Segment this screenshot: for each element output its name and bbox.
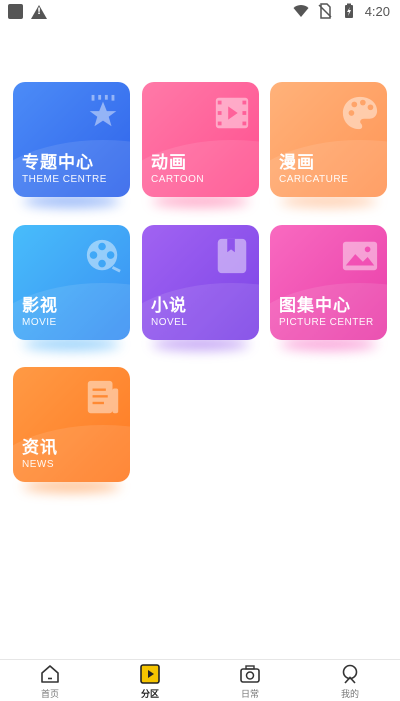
tile-title: 影视 bbox=[22, 296, 58, 316]
nav-item-mine[interactable]: 我的 bbox=[300, 660, 400, 701]
camera-icon bbox=[240, 665, 260, 683]
tile-movie[interactable]: 影视 MOVIE bbox=[13, 225, 130, 340]
home-icon bbox=[41, 665, 59, 683]
star-icon bbox=[89, 94, 117, 127]
nav-label: 首页 bbox=[40, 690, 59, 700]
tile-subtitle: NOVEL bbox=[151, 317, 188, 328]
nav-item-daily[interactable]: 日常 bbox=[200, 660, 300, 701]
wifi-icon bbox=[293, 5, 309, 17]
document-icon bbox=[87, 380, 119, 414]
status-time: 4:20 bbox=[364, 3, 390, 19]
nav-label: 日常 bbox=[240, 690, 259, 700]
user-icon bbox=[342, 664, 358, 684]
status-bar: 4:20 bbox=[0, 0, 400, 24]
play-icon bbox=[140, 664, 160, 684]
battery-charging-icon bbox=[344, 3, 353, 18]
film-reel-icon bbox=[86, 239, 121, 273]
tile-title: 漫画 bbox=[279, 153, 315, 173]
tile-subtitle: MOVIE bbox=[22, 317, 57, 328]
nav-label: 我的 bbox=[340, 690, 359, 700]
tile-title: 动画 bbox=[151, 153, 187, 173]
tile-news[interactable]: 资讯 NEWS bbox=[13, 367, 130, 482]
tile-title: 图集中心 bbox=[279, 296, 351, 316]
no-sim-icon bbox=[318, 3, 332, 19]
tile-title: 资讯 bbox=[22, 438, 58, 458]
bottom-nav: 首页 分区 日常 我的 bbox=[0, 659, 400, 701]
nav-label: 分区 bbox=[140, 690, 159, 700]
nav-item-home[interactable]: 首页 bbox=[0, 660, 100, 701]
tile-subtitle: CARICATURE bbox=[279, 174, 349, 185]
tile-caricature[interactable]: 漫画 CARICATURE bbox=[270, 82, 387, 197]
tile-theme-centre[interactable]: 专题中心 THEME CENTRE bbox=[13, 82, 130, 197]
book-icon bbox=[217, 238, 247, 274]
tile-subtitle: CARTOON bbox=[151, 174, 205, 185]
tile-novel[interactable]: 小说 NOVEL bbox=[142, 225, 259, 340]
tile-title: 专题中心 bbox=[22, 153, 94, 173]
nav-item-sections[interactable]: 分区 bbox=[100, 660, 200, 701]
tile-title: 小说 bbox=[151, 296, 187, 316]
picture-icon bbox=[342, 241, 378, 271]
tile-cartoon[interactable]: 动画 CARTOON bbox=[142, 82, 259, 197]
palette-icon bbox=[342, 96, 378, 130]
tile-subtitle: NEWS bbox=[22, 459, 54, 470]
tile-subtitle: THEME CENTRE bbox=[22, 174, 107, 185]
film-icon bbox=[215, 97, 249, 129]
app-notification-icon bbox=[8, 4, 23, 19]
tile-picture-center[interactable]: 图集中心 PICTURE CENTER bbox=[270, 225, 387, 340]
warning-icon bbox=[31, 4, 47, 19]
tile-subtitle: PICTURE CENTER bbox=[279, 317, 374, 328]
